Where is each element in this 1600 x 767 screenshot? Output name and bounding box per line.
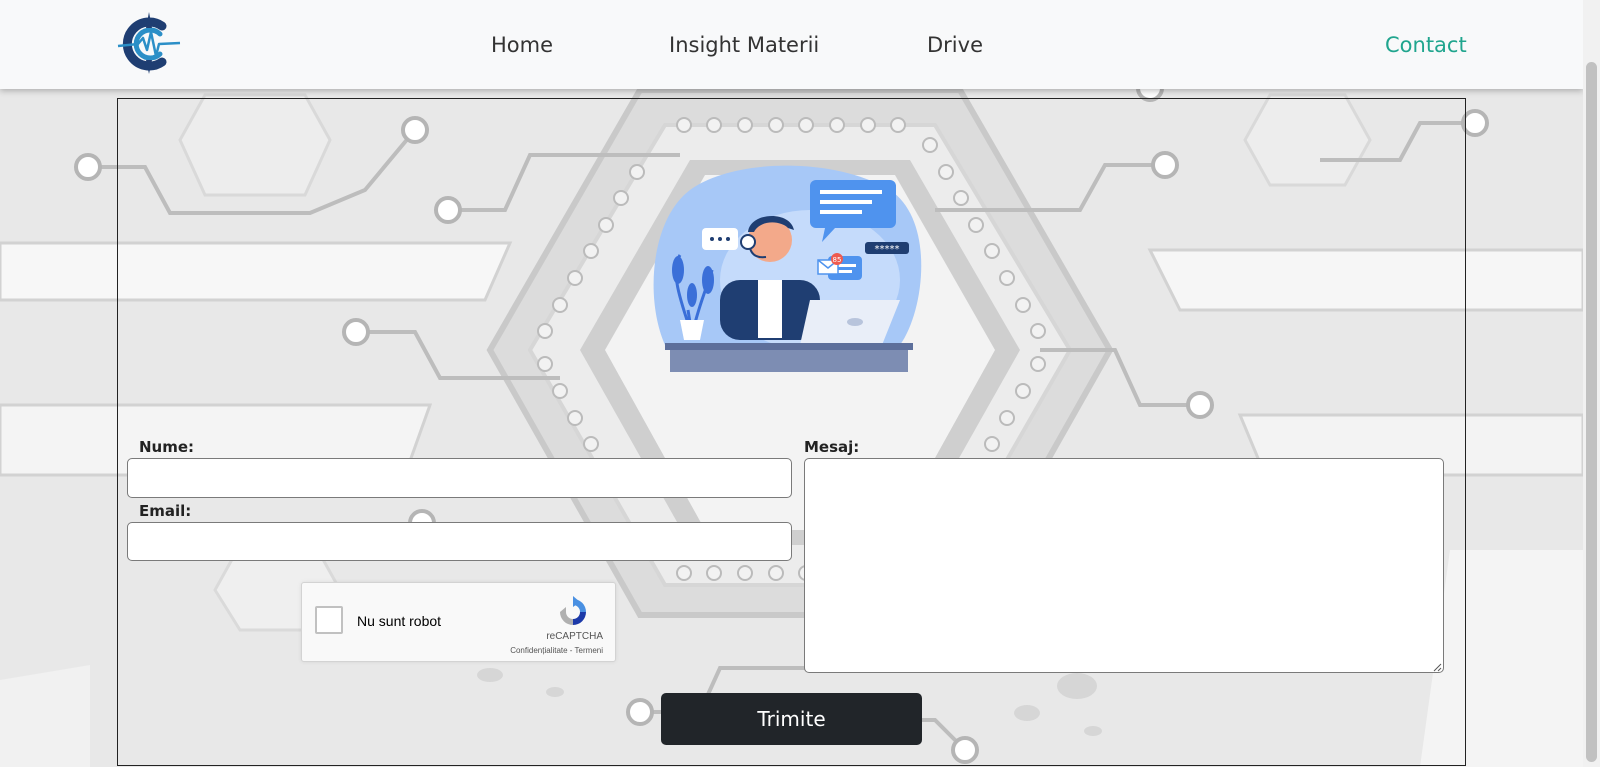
recaptcha-link-separator: - [567, 646, 575, 655]
name-label: Nume: [139, 438, 195, 456]
recaptcha-terms-link[interactable]: Termeni [575, 646, 603, 655]
recaptcha-links: Confidențialitate - Termeni [510, 646, 603, 655]
recaptcha-privacy-link[interactable]: Confidențialitate [510, 646, 567, 655]
customer-support-illustration: ***** 85 [653, 165, 922, 372]
recaptcha-logo-icon [560, 596, 586, 625]
nav-insight-materii-link[interactable]: Insight Materii [669, 32, 819, 58]
email-input[interactable] [127, 522, 792, 561]
scrollbar-thumb[interactable] [1586, 62, 1597, 762]
submit-button[interactable]: Trimite [661, 693, 922, 745]
nav-home-link[interactable]: Home [491, 32, 553, 58]
recaptcha-widget: Nu sunt robot reCAPTCHA Confidențialitat… [301, 582, 616, 662]
resize-grip-icon[interactable] [1432, 662, 1442, 672]
top-navbar: Home Insight Materii Drive Contact [0, 0, 1583, 89]
recaptcha-checkbox[interactable] [315, 606, 343, 634]
message-label: Mesaj: [804, 438, 860, 456]
message-textarea[interactable] [804, 458, 1444, 673]
nav-contact-link[interactable]: Contact [1385, 32, 1467, 58]
email-label: Email: [139, 502, 192, 520]
password-mask-text: ***** [875, 244, 900, 255]
page-scrollbar[interactable] [1583, 0, 1600, 767]
recaptcha-label: Nu sunt robot [357, 613, 442, 629]
recaptcha-brand: reCAPTCHA [546, 631, 603, 642]
name-input[interactable] [127, 458, 792, 498]
site-logo[interactable] [116, 10, 182, 76]
notification-badge-count: 85 [833, 256, 842, 264]
nav-drive-link[interactable]: Drive [927, 32, 983, 58]
